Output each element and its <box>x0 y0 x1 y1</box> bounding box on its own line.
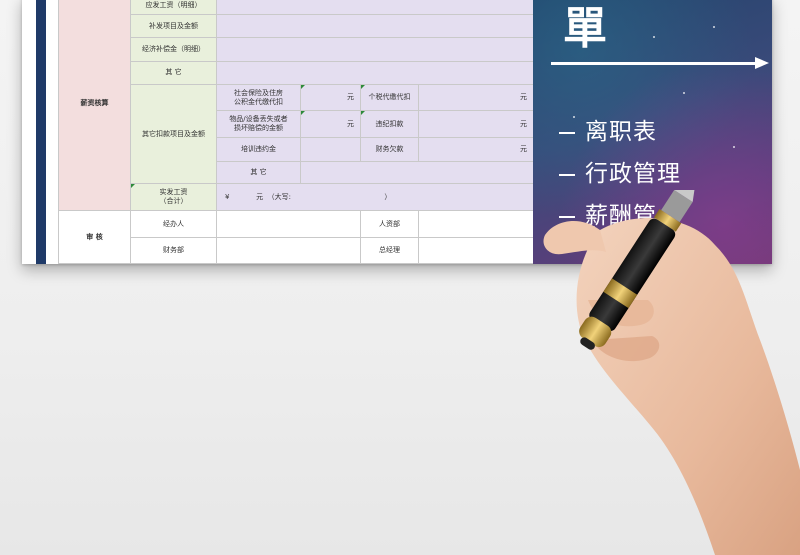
deduct-training-label: 培训违约金 <box>216 136 301 162</box>
deduct-goods-value[interactable]: 元 <box>300 110 361 138</box>
review-handler-value[interactable] <box>216 210 361 238</box>
row-deductions-label: 其它扣款项目及金额 <box>130 83 217 185</box>
deduct-social-value[interactable]: 元 <box>300 83 361 112</box>
deduct-tax-value[interactable]: 元 <box>418 83 534 112</box>
hand-holding-pen-illustration <box>543 190 800 555</box>
section-salary-label: 薪资核算 <box>58 0 131 212</box>
actual-salary-value[interactable]: ¥ 元 （大写: ） <box>216 183 534 212</box>
banner-item-1: 离职表 <box>559 112 657 146</box>
other-value-cell[interactable] <box>216 60 534 85</box>
deduct-goods-label: 物品/设备丢失或者 损坏赔偿的金额 <box>216 110 301 138</box>
compensation-value-cell[interactable] <box>216 37 534 62</box>
sheet-left-strip <box>36 0 46 264</box>
deduct-debt-value[interactable]: 元 <box>418 136 534 162</box>
review-finance-label: 财务部 <box>130 236 217 264</box>
supplement-value-cell[interactable] <box>216 14 534 39</box>
row-compensation-label: 经济补偿金（明细） <box>130 37 217 62</box>
deduct-violation-value[interactable]: 元 <box>418 110 534 138</box>
review-handler-label: 经办人 <box>130 210 217 238</box>
row-payable-label: 应发工资（明细） <box>130 0 217 16</box>
review-hr-label: 人资部 <box>360 210 419 238</box>
review-finance-value[interactable] <box>216 236 361 264</box>
deduct-social-label: 社会保险及住房 公积金代缴代扣 <box>216 83 301 112</box>
review-gm-label: 总经理 <box>360 236 419 264</box>
deduct-other-value[interactable] <box>300 160 534 185</box>
banner-arrow-line <box>551 62 761 65</box>
review-hr-value[interactable] <box>418 210 534 238</box>
deduct-tax-label: 个税代缴代扣 <box>360 83 419 112</box>
section-review-label: 审 核 <box>58 210 131 264</box>
banner-item-2: 行政管理 <box>559 154 681 188</box>
deduct-other-label: 其 它 <box>216 160 301 185</box>
deduct-debt-label: 财务欠款 <box>360 136 419 162</box>
row-actual-label: 实发工资 （合计） <box>130 183 217 212</box>
payable-value-cell[interactable] <box>216 0 534 16</box>
review-gm-value[interactable] <box>418 236 534 264</box>
row-other-label: 其 它 <box>130 60 217 85</box>
banner-big-character: 單 <box>563 3 609 54</box>
resignation-salary-table: 薪资核算 应发工资（明细） 补发项目及金额 经济补偿金（明细） 其 它 其它扣款… <box>58 0 534 264</box>
deduct-violation-label: 违纪扣款 <box>360 110 419 138</box>
deduct-training-value[interactable] <box>300 136 361 162</box>
banner-arrow-head-icon <box>755 57 769 69</box>
row-supplement-label: 补发项目及金额 <box>130 14 217 39</box>
